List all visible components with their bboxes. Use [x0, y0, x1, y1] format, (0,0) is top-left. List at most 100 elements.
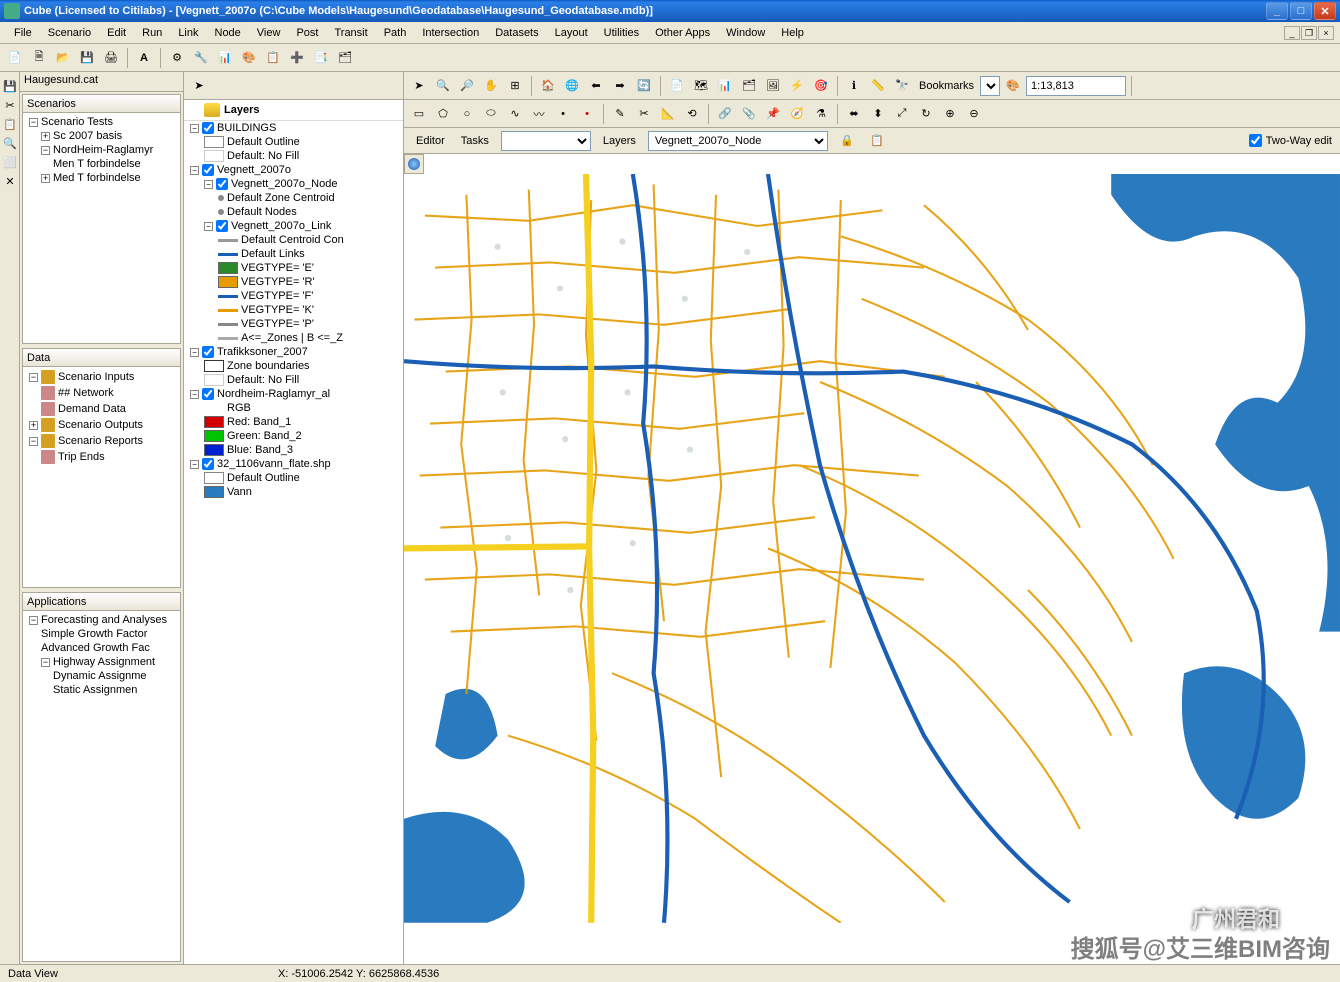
menu-item[interactable]: Edit — [99, 25, 134, 41]
edit-tool-icon[interactable]: 📐 — [657, 103, 679, 125]
menu-item[interactable]: View — [249, 25, 289, 41]
back-icon[interactable]: ⬅ — [585, 75, 607, 97]
edit-tool-icon[interactable]: ✎ — [609, 103, 631, 125]
menu-item[interactable]: Utilities — [596, 25, 647, 41]
menu-item[interactable]: Post — [288, 25, 326, 41]
layer-group[interactable]: −Nordheim-Raglamyr_al — [184, 387, 403, 401]
tree-item[interactable]: +Med T forbindelse — [25, 171, 178, 185]
edit-tool-icon[interactable]: ⬌ — [843, 103, 865, 125]
tool-icon[interactable]: 📑 — [310, 47, 332, 69]
edit-tool-icon[interactable]: ⤢ — [891, 103, 913, 125]
tree-item[interactable]: ## Network — [25, 385, 178, 401]
window-close-button[interactable]: ✕ — [1314, 2, 1336, 20]
tool-icon[interactable]: 📊 — [214, 47, 236, 69]
tree-item[interactable]: Advanced Growth Fac — [25, 641, 178, 655]
layers-dropdown[interactable]: Vegnett_2007o_Node — [648, 131, 828, 151]
layer-visibility-checkbox[interactable] — [202, 164, 214, 176]
edit-tool-icon[interactable]: ✂ — [633, 103, 655, 125]
tool-icon[interactable]: 🎯 — [810, 75, 832, 97]
layer-group[interactable]: −BUILDINGS — [184, 121, 403, 135]
map-view-tab[interactable] — [404, 154, 424, 174]
editor-label[interactable]: Editor — [412, 135, 449, 147]
menu-item[interactable]: Help — [773, 25, 812, 41]
mdi-close-button[interactable]: × — [1318, 26, 1334, 40]
layer-visibility-checkbox[interactable] — [202, 346, 214, 358]
tool-icon[interactable]: 📋 — [1, 115, 19, 133]
tree-item[interactable]: Demand Data — [25, 401, 178, 417]
edit-tool-icon[interactable]: 📎 — [738, 103, 760, 125]
tool-icon[interactable]: 🗺 — [690, 75, 712, 97]
menu-item[interactable]: Other Apps — [647, 25, 718, 41]
line-icon[interactable]: ∿ — [504, 103, 526, 125]
tree-root[interactable]: −Scenario Tests — [25, 115, 178, 129]
edit-tool-icon[interactable]: ⊕ — [939, 103, 961, 125]
layer-group[interactable]: −32_1106vann_flate.shp — [184, 457, 403, 471]
tree-item[interactable]: Simple Growth Factor — [25, 627, 178, 641]
tool-icon[interactable]: 📋 — [262, 47, 284, 69]
menu-item[interactable]: File — [6, 25, 40, 41]
circle-icon[interactable]: ○ — [456, 103, 478, 125]
layer-group[interactable]: −Vegnett_2007o — [184, 163, 403, 177]
new-file-icon[interactable]: 📄 — [4, 47, 26, 69]
window-minimize-button[interactable]: _ — [1266, 2, 1288, 20]
tree-item[interactable]: Static Assignmen — [25, 683, 178, 697]
pointer-icon[interactable]: ➤ — [408, 75, 430, 97]
window-maximize-button[interactable]: □ — [1290, 2, 1312, 20]
layer-group[interactable]: −Vegnett_2007o_Node — [184, 177, 403, 191]
curve-icon[interactable]: 〰 — [528, 103, 550, 125]
font-icon[interactable]: A — [133, 47, 155, 69]
tool-icon[interactable]: ✂ — [1, 96, 19, 114]
polygon-icon[interactable]: ⬠ — [432, 103, 454, 125]
tool-icon[interactable]: 🔧 — [190, 47, 212, 69]
edit-tool-icon[interactable]: ↻ — [915, 103, 937, 125]
point-icon[interactable]: • — [552, 103, 574, 125]
edit-tool-icon[interactable]: ⊖ — [963, 103, 985, 125]
tree-item[interactable]: −Highway Assignment — [25, 655, 178, 669]
tool-icon[interactable]: 🔒 — [836, 130, 858, 152]
map-canvas[interactable] — [404, 154, 1340, 964]
layer-visibility-checkbox[interactable] — [216, 178, 228, 190]
find-icon[interactable]: 🔭 — [891, 75, 913, 97]
edit-tool-icon[interactable]: ⟲ — [681, 103, 703, 125]
tool-icon[interactable]: 🎨 — [1002, 75, 1024, 97]
edit-tool-icon[interactable]: ⬍ — [867, 103, 889, 125]
expand-icon[interactable]: − — [190, 124, 199, 133]
expand-icon[interactable]: − — [204, 180, 213, 189]
globe-icon[interactable]: 🌐 — [561, 75, 583, 97]
info-icon[interactable]: ℹ — [843, 75, 865, 97]
edit-tool-icon[interactable]: 🧭 — [786, 103, 808, 125]
save-icon[interactable]: 💾 — [76, 47, 98, 69]
point-icon[interactable]: • — [576, 103, 598, 125]
expand-icon[interactable]: − — [190, 460, 199, 469]
menu-item[interactable]: Transit — [326, 25, 375, 41]
tool-icon[interactable]: ⚙ — [166, 47, 188, 69]
tree-item[interactable]: −Scenario Reports — [25, 433, 178, 449]
tool-icon[interactable]: ⚡ — [786, 75, 808, 97]
tool-icon[interactable]: ➕ — [286, 47, 308, 69]
mdi-restore-button[interactable]: ❐ — [1301, 26, 1317, 40]
tool-icon[interactable]: 🔍 — [1, 134, 19, 152]
menu-item[interactable]: Datasets — [487, 25, 546, 41]
layer-group[interactable]: −Trafikksoner_2007 — [184, 345, 403, 359]
tree-item[interactable]: Dynamic Assignme — [25, 669, 178, 683]
full-extent-icon[interactable]: ⊞ — [504, 75, 526, 97]
tree-root[interactable]: −Forecasting and Analyses — [25, 613, 178, 627]
tool-icon[interactable]: ⬜ — [1, 153, 19, 171]
expand-icon[interactable]: − — [190, 390, 199, 399]
open-folder-icon[interactable]: 📂 — [52, 47, 74, 69]
new-doc-icon[interactable]: 🗎 — [28, 47, 50, 69]
home-icon[interactable]: 🏠 — [537, 75, 559, 97]
menu-item[interactable]: Path — [376, 25, 415, 41]
tool-icon[interactable]: 🎨 — [238, 47, 260, 69]
edit-tool-icon[interactable]: 🔗 — [714, 103, 736, 125]
menu-item[interactable]: Layout — [547, 25, 596, 41]
print-icon[interactable]: 🖨 — [100, 47, 122, 69]
menu-item[interactable]: Window — [718, 25, 773, 41]
close-icon[interactable]: ✕ — [1, 172, 19, 190]
zoom-in-icon[interactable]: 🔍 — [432, 75, 454, 97]
tool-icon[interactable]: 📊 — [714, 75, 736, 97]
tool-icon[interactable]: 🗂 — [334, 47, 356, 69]
tree-item[interactable]: −Scenario Inputs — [25, 369, 178, 385]
ellipse-icon[interactable]: ⬭ — [480, 103, 502, 125]
tree-item[interactable]: +Scenario Outputs — [25, 417, 178, 433]
